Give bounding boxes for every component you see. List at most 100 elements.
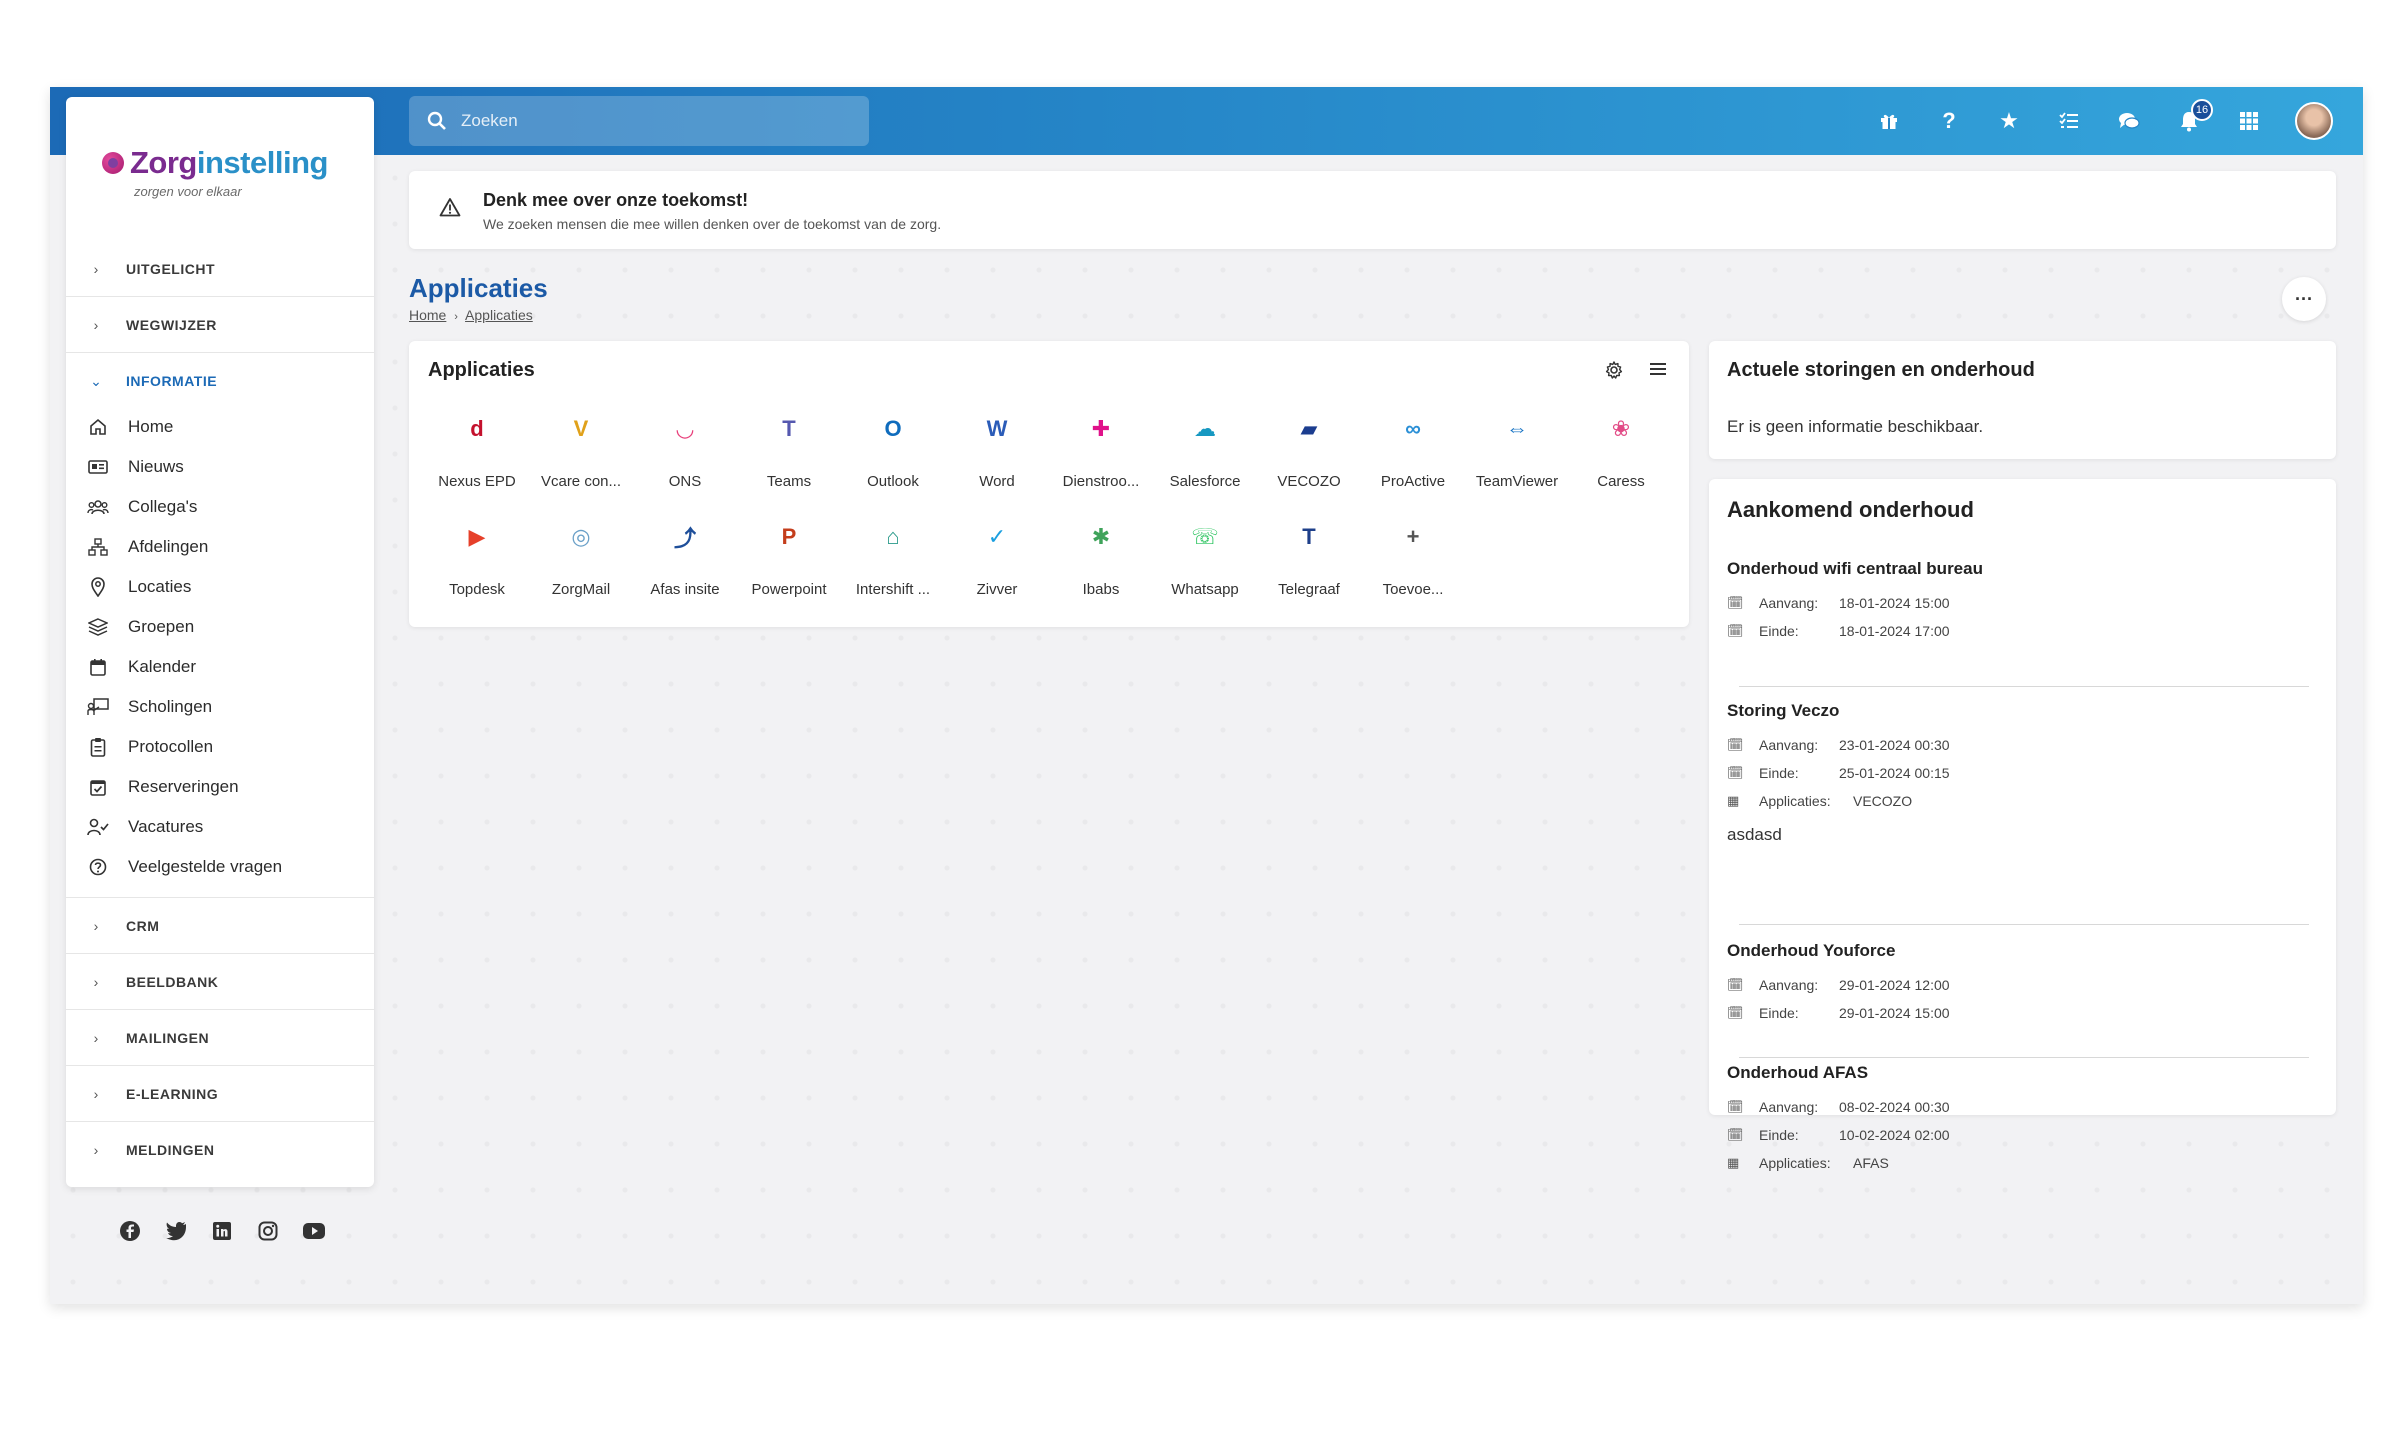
app-tile-topdesk[interactable]: ▶ Topdesk xyxy=(425,509,529,617)
task-list-icon[interactable] xyxy=(2055,101,2083,141)
app-tile-vcare-con[interactable]: V Vcare con... xyxy=(529,401,633,509)
apps-grid-icon[interactable] xyxy=(2235,101,2263,141)
sidebar-section-meldingen[interactable]: › MELDINGEN xyxy=(66,1122,374,1178)
calendar-icon: 🗓 xyxy=(1727,623,1744,638)
app-tile-toevoe[interactable]: + Toevoe... xyxy=(1361,509,1465,617)
app-caress-icon: ❀ xyxy=(1611,416,1631,441)
sidebar-item-veelgestelde-vragen[interactable]: Veelgestelde vragen xyxy=(80,847,370,887)
app-tile-teams[interactable]: T Teams xyxy=(737,401,841,509)
sidebar-item-locaties[interactable]: Locaties xyxy=(80,567,370,607)
gift-icon[interactable] xyxy=(1875,101,1903,141)
logo-tagline: zorgen voor elkaar xyxy=(134,184,242,199)
app-tile-word[interactable]: W Word xyxy=(945,401,1049,509)
app-tile-salesforce[interactable]: ☁ Salesforce xyxy=(1153,401,1257,509)
app-outlook-icon: O xyxy=(884,416,902,441)
sidebar-section-uitgelicht[interactable]: › UITGELICHT xyxy=(66,241,374,297)
app-tile-powerpoint[interactable]: P Powerpoint xyxy=(737,509,841,617)
breadcrumb-home-link[interactable]: Home xyxy=(409,307,446,323)
app-name: TeamViewer xyxy=(1475,473,1559,490)
calendar-icon: 🗓 xyxy=(1727,1005,1744,1020)
sidebar-section-informatie[interactable]: ⌄ INFORMATIE xyxy=(66,353,374,409)
sidebar-item-protocollen[interactable]: Protocollen xyxy=(80,727,370,767)
app-tile-telegraaf[interactable]: T Telegraaf xyxy=(1257,509,1361,617)
instagram-icon[interactable] xyxy=(254,1217,282,1245)
calendar-check-icon xyxy=(80,778,116,796)
divider xyxy=(1739,686,2309,687)
search-input[interactable] xyxy=(461,111,841,131)
notifications-bell-icon[interactable]: 16 xyxy=(2175,99,2213,141)
sidebar-section-wegwijzer[interactable]: › WEGWIJZER xyxy=(66,297,374,353)
more-options-button[interactable]: ··· xyxy=(2282,277,2326,321)
chat-icon[interactable] xyxy=(2115,101,2143,141)
chevron-right-icon: › xyxy=(93,1029,99,1046)
linkedin-icon[interactable] xyxy=(208,1217,236,1245)
sidebar-item-nieuws[interactable]: Nieuws xyxy=(80,447,370,487)
sidebar-section-e-learning[interactable]: › E-LEARNING xyxy=(66,1066,374,1122)
app-name: Vcare con... xyxy=(540,473,622,490)
app-tile-afas-insite[interactable]: ⤴ Afas insite xyxy=(633,509,737,617)
app-name: ZorgMail xyxy=(551,581,611,598)
facebook-icon[interactable] xyxy=(116,1217,144,1245)
app-tile-outlook[interactable]: O Outlook xyxy=(841,401,945,509)
sidebar-item-kalender[interactable]: Kalender xyxy=(80,647,370,687)
list-menu-icon[interactable] xyxy=(1649,361,1667,384)
applications-card: Applicaties d Nexus EPD V Vcare con... ◡ ONS T… xyxy=(409,341,1689,627)
star-icon[interactable]: ★ xyxy=(1995,101,2023,141)
social-links xyxy=(116,1217,328,1245)
user-avatar[interactable] xyxy=(2295,102,2333,140)
app-tile-vecozo[interactable]: ▰ VECOZO xyxy=(1257,401,1361,509)
sidebar-item-reserveringen[interactable]: Reserveringen xyxy=(80,767,370,807)
sidebar-item-vacatures[interactable]: Vacatures xyxy=(80,807,370,847)
maintenance-item[interactable]: Storing Veczo 🗓 Aanvang: 23-01-2024 00:30 … xyxy=(1727,701,2307,845)
outages-card: Actuele storingen en onderhoud Er is gee… xyxy=(1709,341,2336,459)
settings-gear-icon[interactable] xyxy=(1605,361,1623,384)
app-name: Whatsapp xyxy=(1171,581,1239,598)
app-tile-dienstroo[interactable]: ✚ Dienstroo... xyxy=(1049,401,1153,509)
maintenance-item[interactable]: Onderhoud Youforce 🗓 Aanvang: 29-01-2024 1… xyxy=(1727,941,2307,1027)
maintenance-item[interactable]: Onderhoud AFAS 🗓 Aanvang: 08-02-2024 00:30… xyxy=(1727,1063,2307,1177)
notification-count-badge: 16 xyxy=(2191,99,2213,121)
card-tools xyxy=(1605,361,1667,384)
breadcrumb-separator-icon: › xyxy=(454,311,458,323)
app-proactive-icon: ∞ xyxy=(1405,416,1421,441)
app-tile-zorgmail[interactable]: ◎ ZorgMail xyxy=(529,509,633,617)
sidebar-item-scholingen[interactable]: Scholingen xyxy=(80,687,370,727)
app-name: ProActive xyxy=(1380,473,1446,490)
divider xyxy=(1739,924,2309,925)
users-icon xyxy=(80,499,116,515)
calendar-icon xyxy=(80,658,116,676)
sidebar-item-groepen[interactable]: Groepen xyxy=(80,607,370,647)
twitter-icon[interactable] xyxy=(162,1217,190,1245)
sidebar-section-mailingen[interactable]: › MAILINGEN xyxy=(66,1010,374,1066)
sidebar: Zorginstelling zorgen voor elkaar › UITG… xyxy=(66,97,374,1187)
app-tile-intershift[interactable]: ⌂ Intershift ... xyxy=(841,509,945,617)
help-icon[interactable]: ? xyxy=(1935,101,1963,141)
youtube-icon[interactable] xyxy=(300,1217,328,1245)
app-name: Teams xyxy=(766,473,812,490)
sidebar-item-home[interactable]: Home xyxy=(80,407,370,447)
chevron-right-icon: › xyxy=(93,917,99,934)
breadcrumb-current-link[interactable]: Applicaties xyxy=(465,307,533,323)
maintenance-item[interactable]: Onderhoud wifi centraal bureau 🗓 Aanvang:… xyxy=(1727,559,2307,645)
sidebar-item-collegas[interactable]: Collega's xyxy=(80,487,370,527)
brand-logo[interactable]: Zorginstelling xyxy=(102,145,328,181)
search-box[interactable] xyxy=(409,96,869,146)
app-tile-teamviewer[interactable]: ⇔ TeamViewer xyxy=(1465,401,1569,509)
app-vecozo-icon: ▰ xyxy=(1300,416,1318,441)
calendar-icon: 🗓 xyxy=(1727,737,1744,752)
app-tile-proactive[interactable]: ∞ ProActive xyxy=(1361,401,1465,509)
chevron-down-icon: ⌄ xyxy=(90,372,102,389)
app-tile-whatsapp[interactable]: ☏ Whatsapp xyxy=(1153,509,1257,617)
outages-empty-text: Er is geen informatie beschikbaar. xyxy=(1727,417,1984,436)
calendar-icon: 🗓 xyxy=(1727,977,1744,992)
app-name: Topdesk xyxy=(449,581,505,598)
sidebar-section-crm[interactable]: › CRM xyxy=(66,898,374,954)
app-tile-zivver[interactable]: ✓ Zivver xyxy=(945,509,1049,617)
app-tile-caress[interactable]: ❀ Caress xyxy=(1569,401,1673,509)
app-tile-ibabs[interactable]: ✱ Ibabs xyxy=(1049,509,1153,617)
sidebar-item-afdelingen[interactable]: Afdelingen xyxy=(80,527,370,567)
app-tile-nexus-epd[interactable]: d Nexus EPD xyxy=(425,401,529,509)
announcement-banner[interactable]: Denk mee over onze toekomst! We zoeken m… xyxy=(409,171,2336,249)
sidebar-section-beeldbank[interactable]: › BEELDBANK xyxy=(66,954,374,1010)
app-tile-ons[interactable]: ◡ ONS xyxy=(633,401,737,509)
